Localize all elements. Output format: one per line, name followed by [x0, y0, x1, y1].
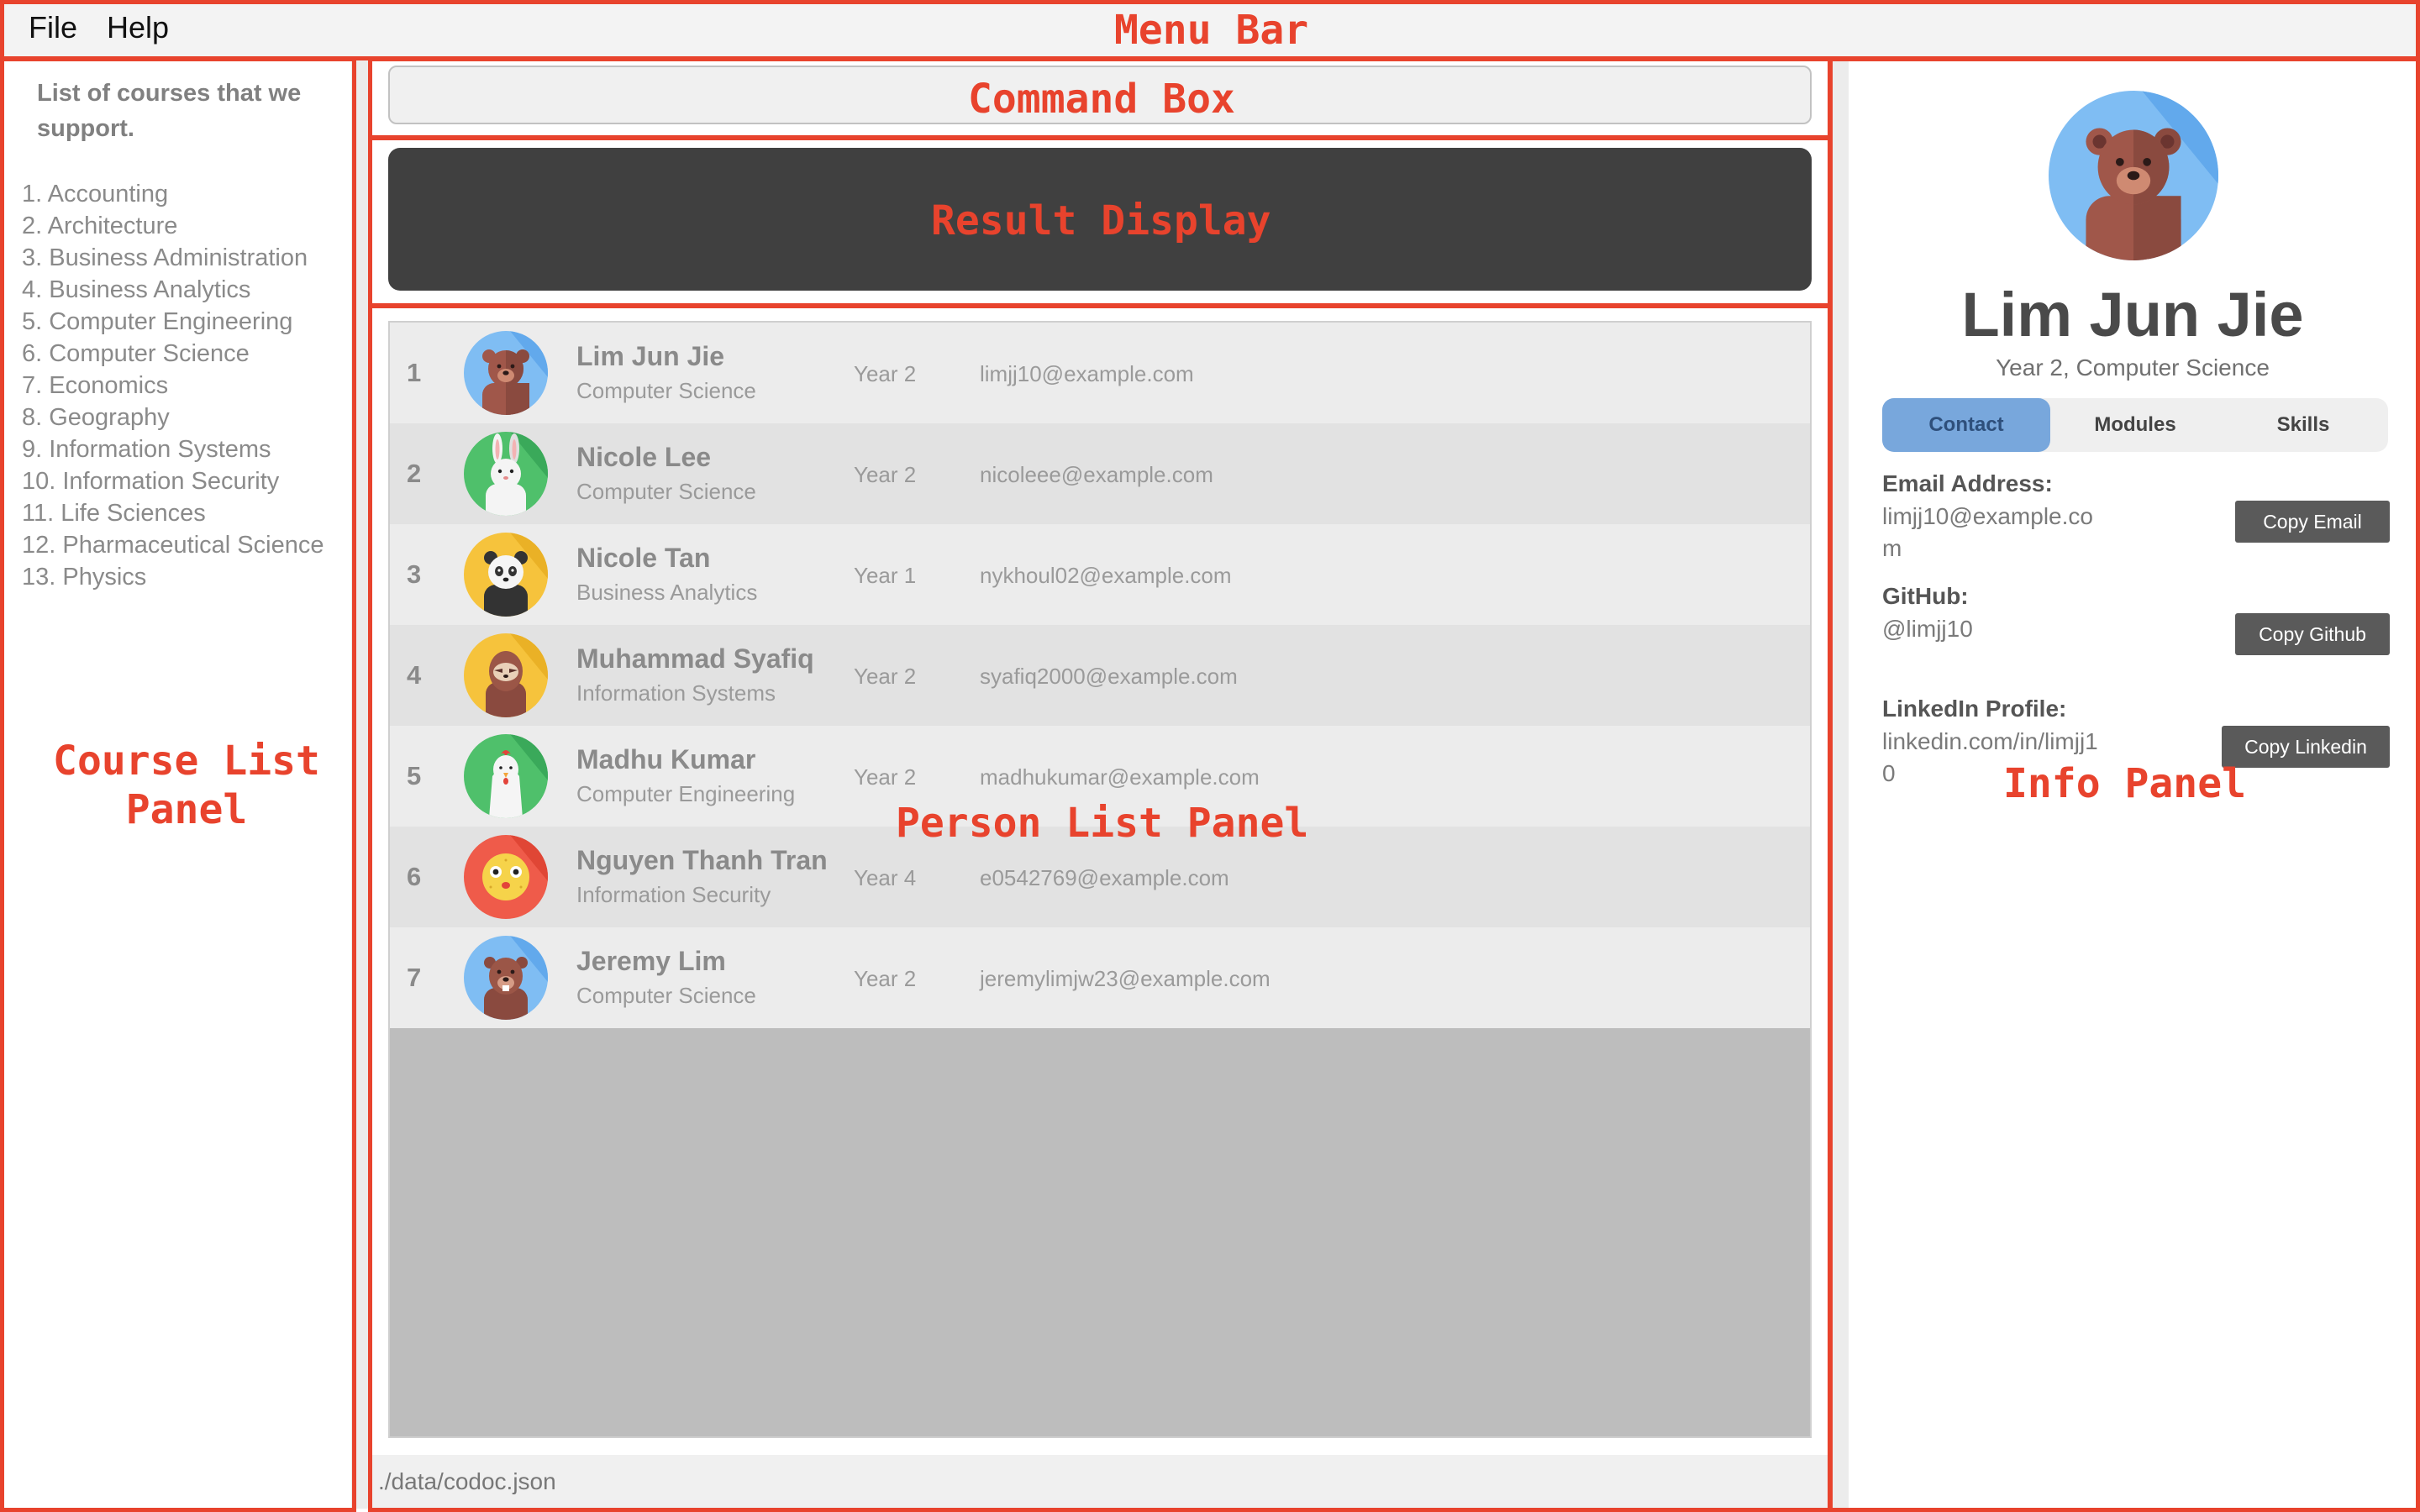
person-year: Year 1	[854, 563, 917, 588]
person-year: Year 4	[854, 865, 917, 890]
person-name: Nicole Lee	[576, 442, 712, 472]
person-name: Nguyen Thanh Tran	[576, 845, 828, 875]
person-course: Computer Engineering	[576, 781, 796, 806]
bear-icon	[464, 331, 548, 415]
course-item: 4. Business Analytics	[22, 276, 251, 303]
copy-email-button[interactable]: Copy Email	[2235, 501, 2390, 543]
course-item: 9. Information Systems	[22, 436, 271, 463]
person-course: Information Systems	[576, 680, 776, 706]
sloth-icon	[464, 633, 548, 717]
course-item: 10. Information Security	[22, 468, 280, 495]
course-item: 1. Accounting	[22, 181, 169, 207]
course-item: 2. Architecture	[22, 213, 178, 239]
right-split-divider[interactable]	[1828, 59, 1849, 1509]
pufferfish-icon	[464, 835, 548, 919]
status-bar: ./data/codoc.json	[371, 1455, 1828, 1509]
person-year: Year 2	[854, 664, 917, 689]
info-name: Lim Jun Jie	[1961, 280, 2304, 349]
course-list-annotation-line2: Panel	[125, 786, 248, 833]
copy-linkedin-button[interactable]: Copy Linkedin	[2222, 726, 2390, 768]
person-name: Muhammad Syafiq	[576, 643, 814, 674]
copy-github-button[interactable]: Copy Github	[2235, 613, 2390, 655]
command-box-annotation: Command Box	[968, 76, 1235, 123]
person-index: 6	[407, 862, 422, 891]
course-item: 8. Geography	[22, 404, 170, 431]
person-index: 5	[407, 761, 422, 790]
person-year: Year 2	[854, 966, 917, 991]
person-year: Year 2	[854, 764, 917, 790]
beaver-icon	[464, 936, 548, 1020]
person-list[interactable]: 1 Lim Jun Jie Computer Science Year 2 limjj…	[388, 321, 1812, 1438]
person-year: Year 2	[854, 462, 917, 487]
course-item: 13. Physics	[22, 564, 147, 591]
person-name: Madhu Kumar	[576, 744, 756, 774]
person-email: syafiq2000@example.com	[980, 664, 1238, 689]
course-item: 3. Business Administration	[22, 244, 308, 271]
person-name: Nicole Tan	[576, 543, 711, 573]
course-list: 1. Accounting 2. Architecture 3. Busines…	[22, 178, 324, 593]
info-panel-annotation: Info Panel	[2003, 760, 2246, 807]
course-item: 11. Life Sciences	[22, 500, 206, 527]
person-card[interactable]: 7 Jeremy Lim Computer Science Year 2 jeremy…	[390, 927, 1810, 1028]
tab-modules[interactable]: Modules	[2051, 398, 2219, 452]
person-course: Business Analytics	[576, 580, 758, 605]
github-value: @limjj10	[1882, 616, 1973, 642]
result-display-annotation: Result Display	[931, 197, 1271, 244]
course-list-heading: List of courses that we support.	[37, 80, 302, 142]
person-index: 2	[407, 459, 422, 488]
center-column: 1 Lim Jun Jie Computer Science Year 2 limjj…	[371, 59, 1828, 1509]
course-item: 12. Pharmaceutical Science	[22, 532, 324, 559]
person-email: nykhoul02@example.com	[980, 563, 1232, 588]
info-subtitle: Year 2, Computer Science	[1996, 354, 2270, 381]
person-course: Computer Science	[576, 378, 756, 403]
person-year: Year 2	[854, 361, 917, 386]
person-course: Computer Science	[576, 479, 756, 504]
chicken-icon	[464, 734, 548, 818]
bear-icon	[2049, 91, 2218, 260]
email-value: limjj10@example.com	[1882, 503, 2093, 561]
person-name: Jeremy Lim	[576, 946, 726, 976]
person-email: madhukumar@example.com	[980, 764, 1260, 790]
tab-contact[interactable]: Contact	[1882, 398, 2050, 452]
rabbit-icon	[464, 432, 548, 516]
tab-skills[interactable]: Skills	[2219, 398, 2387, 452]
person-index: 7	[407, 963, 422, 992]
person-email: jeremylimjw23@example.com	[980, 966, 1270, 991]
person-card[interactable]: 2 Nicole Lee Computer Science Year 2 nicole…	[390, 423, 1810, 524]
person-list-annotation: Person List Panel	[896, 800, 1309, 847]
person-email: nicoleee@example.com	[980, 462, 1213, 487]
person-card[interactable]: 3 Nicole Tan Business Analytics Year 1 nykh…	[390, 524, 1810, 625]
person-email: limjj10@example.com	[980, 361, 1194, 386]
person-name: Lim Jun Jie	[576, 341, 725, 371]
course-item: 7. Economics	[22, 372, 169, 399]
save-location-text: ./data/codoc.json	[378, 1468, 556, 1494]
github-label: GitHub:	[1882, 583, 1969, 609]
person-card[interactable]: 4 Muhammad Syafiq Information Systems Year…	[390, 625, 1810, 726]
person-index: 4	[407, 660, 422, 690]
linkedin-label: LinkedIn Profile:	[1882, 696, 2067, 722]
info-tabs: Contact Modules Skills	[1882, 398, 2388, 452]
person-course: Computer Science	[576, 983, 756, 1008]
course-item: 6. Computer Science	[22, 340, 250, 367]
person-index: 1	[407, 358, 422, 387]
course-list-annotation-line1: Course List	[53, 738, 320, 785]
email-label: Email Address:	[1882, 470, 2053, 496]
person-index: 3	[407, 559, 422, 589]
panda-icon	[464, 533, 548, 617]
menu-help[interactable]: Help	[107, 10, 169, 45]
menu-file[interactable]: File	[29, 10, 77, 45]
person-course: Information Security	[576, 882, 771, 907]
course-item: 5. Computer Engineering	[22, 308, 293, 335]
person-email: e0542769@example.com	[980, 865, 1229, 890]
person-card[interactable]: 1 Lim Jun Jie Computer Science Year 2 limjj…	[390, 323, 1810, 423]
menu-bar-annotation: Menu Bar	[1114, 7, 1309, 54]
